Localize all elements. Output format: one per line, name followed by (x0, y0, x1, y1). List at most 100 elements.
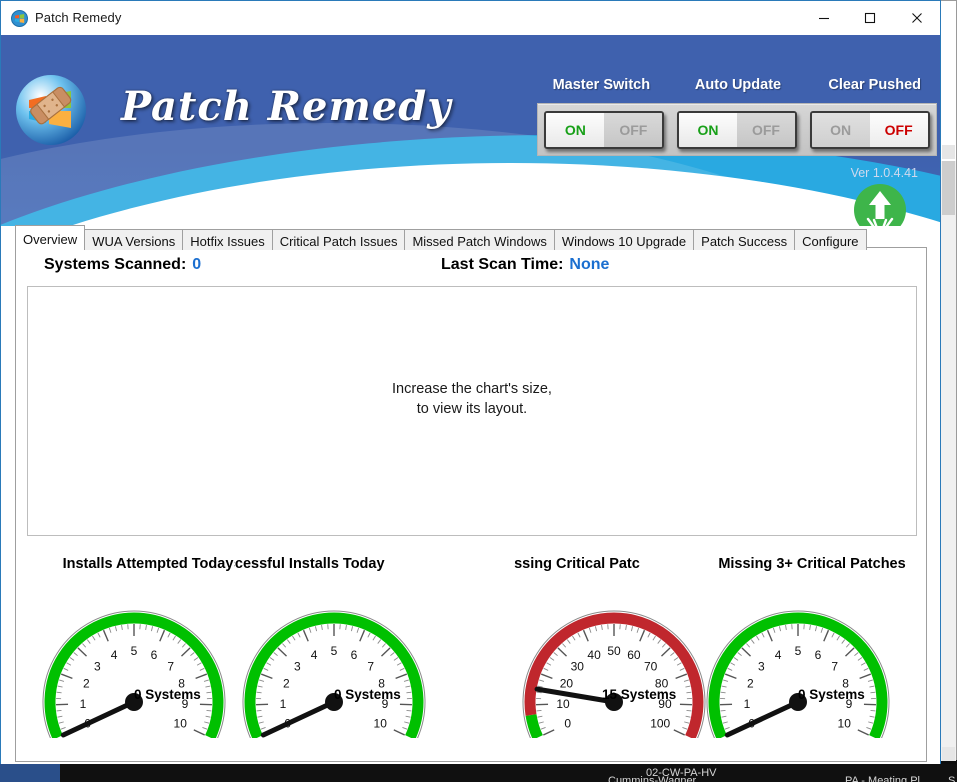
chart-placeholder-line1: Increase the chart's size, (28, 379, 916, 399)
svg-text:2: 2 (747, 677, 754, 691)
window-title: Patch Remedy (35, 10, 121, 25)
background-window-scrollbar[interactable] (940, 161, 956, 761)
title-bar: Patch Remedy (1, 1, 940, 35)
chart-placeholder-message: Increase the chart's size, to view its l… (28, 379, 916, 419)
clear-pushed-toggle[interactable]: ON OFF (810, 111, 930, 149)
last-scan-label: Last Scan Time: (441, 256, 563, 273)
status-line: Systems Scanned:0 Last Scan Time: None (16, 252, 928, 282)
master-switch-toggle[interactable]: ON OFF (544, 111, 664, 149)
gauge-row: Installs Attempted Today 012345678910 0 … (16, 548, 928, 753)
gauge-missing-3plus-critical: Missing 3+ Critical Patches 012345678910… (698, 548, 926, 753)
overview-chart-area[interactable]: Increase the chart's size, to view its l… (27, 286, 917, 536)
svg-text:100: 100 (650, 717, 670, 731)
svg-text:4: 4 (775, 648, 782, 662)
clear-pushed-on[interactable]: ON (812, 113, 870, 147)
svg-text:7: 7 (167, 660, 174, 674)
master-switch-on-label: ON (565, 122, 586, 138)
clear-pushed-off[interactable]: OFF (870, 113, 928, 147)
svg-text:5: 5 (331, 644, 338, 658)
gauge-value-label: 15 Systems (602, 687, 676, 702)
svg-text:3: 3 (94, 660, 101, 674)
taskbar-start-area[interactable] (0, 764, 60, 782)
svg-text:7: 7 (831, 660, 838, 674)
windows-logo-icon (11, 10, 28, 27)
window-controls (801, 1, 940, 35)
svg-text:5: 5 (795, 644, 802, 658)
switch-labels: Master Switch Auto Update Clear Pushed (533, 77, 940, 93)
svg-text:10: 10 (838, 717, 852, 731)
close-button[interactable] (893, 1, 940, 35)
scroll-thumb[interactable] (942, 161, 955, 215)
screen: Patch Remedy (0, 0, 957, 782)
svg-text:5: 5 (131, 644, 138, 658)
gauge-title: uccessful Installs Today (234, 556, 462, 572)
maximize-button[interactable] (847, 1, 893, 35)
svg-text:0: 0 (564, 717, 571, 731)
svg-text:20: 20 (560, 677, 574, 691)
auto-update-toggle[interactable]: ON OFF (677, 111, 797, 149)
systems-scanned: Systems Scanned:0 (44, 256, 201, 274)
tab-bar: Overview WUA Versions Hotfix Issues Crit… (15, 225, 866, 250)
gauge-successful-installs: uccessful Installs Today 012345678910 0 … (234, 548, 462, 753)
svg-text:4: 4 (111, 648, 118, 662)
tab-critical-patch-issues[interactable]: Critical Patch Issues (272, 229, 406, 250)
auto-update-off-label: OFF (752, 122, 780, 138)
gauge-value-label: 0 Systems (798, 687, 865, 702)
taskbar-item-1[interactable]: Cummins-Wagner (608, 773, 696, 782)
master-switch-on[interactable]: ON (546, 113, 604, 147)
svg-text:6: 6 (351, 648, 358, 662)
clear-pushed-off-label: OFF (885, 122, 913, 138)
master-switch-off[interactable]: OFF (604, 113, 662, 147)
gauge-installs-attempted: Installs Attempted Today 012345678910 0 … (34, 548, 262, 753)
svg-text:10: 10 (174, 717, 188, 731)
svg-text:50: 50 (607, 644, 621, 658)
version-label: Ver 1.0.4.41 (851, 166, 918, 180)
switch-label-auto-update: Auto Update (670, 77, 807, 93)
tab-overview[interactable]: Overview (15, 225, 85, 250)
scroll-down-arrow[interactable] (942, 747, 955, 761)
svg-text:4: 4 (311, 648, 318, 662)
master-switch-off-label: OFF (619, 122, 647, 138)
app-banner: Patch Remedy Master Switch Auto Update C… (1, 35, 940, 226)
minimize-button[interactable] (801, 1, 847, 35)
taskbar-item-2[interactable]: PA - Meating Pl... (845, 773, 929, 782)
tab-missed-patch-windows[interactable]: Missed Patch Windows (404, 229, 554, 250)
taskbar-item-3[interactable]: S (948, 773, 955, 782)
auto-update-on-label: ON (697, 122, 718, 138)
auto-update-on[interactable]: ON (679, 113, 737, 147)
overview-panel: Systems Scanned:0 Last Scan Time:None In… (15, 247, 927, 762)
last-scan-value: None (569, 256, 609, 273)
chart-placeholder-line2: to view its layout. (28, 399, 916, 419)
svg-text:3: 3 (758, 660, 765, 674)
systems-scanned-label: Systems Scanned: (44, 256, 186, 273)
tab-wua-versions[interactable]: WUA Versions (84, 229, 183, 250)
tab-configure[interactable]: Configure (794, 229, 866, 250)
patch-remedy-logo-icon (15, 74, 87, 146)
product-title: Patch Remedy (121, 83, 451, 130)
svg-text:1: 1 (280, 697, 287, 711)
svg-text:60: 60 (627, 648, 641, 662)
svg-text:1: 1 (744, 697, 751, 711)
tab-hotfix-issues[interactable]: Hotfix Issues (182, 229, 272, 250)
svg-text:40: 40 (587, 648, 601, 662)
update-arrow-icon[interactable] (853, 183, 907, 226)
switch-panel: ON OFF ON OFF ON OFF (537, 103, 937, 156)
switch-label-clear-pushed: Clear Pushed (806, 77, 940, 93)
svg-text:1: 1 (80, 697, 87, 711)
switch-label-master: Master Switch (533, 77, 670, 93)
svg-text:70: 70 (644, 660, 658, 674)
svg-text:10: 10 (374, 717, 388, 731)
clear-pushed-on-label: ON (830, 122, 851, 138)
svg-text:3: 3 (294, 660, 301, 674)
tab-patch-success[interactable]: Patch Success (693, 229, 795, 250)
scroll-up-arrow[interactable] (942, 145, 955, 159)
patch-remedy-window: Patch Remedy (0, 0, 941, 770)
gauge-value-label: 0 Systems (134, 687, 201, 702)
svg-text:2: 2 (83, 677, 90, 691)
svg-text:7: 7 (367, 660, 374, 674)
svg-text:30: 30 (571, 660, 585, 674)
gauge-title: Missing 3+ Critical Patches (698, 556, 926, 572)
tab-windows-10-upgrade[interactable]: Windows 10 Upgrade (554, 229, 694, 250)
svg-text:10: 10 (556, 697, 570, 711)
auto-update-off[interactable]: OFF (737, 113, 795, 147)
